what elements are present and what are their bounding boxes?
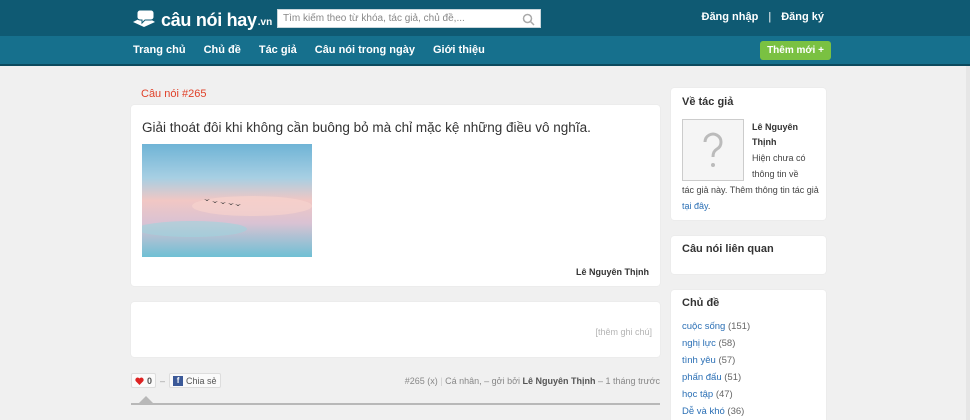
related-quotes-title: Câu nói liên quan — [682, 243, 774, 255]
topics-list: cuộc sống (151) nghị lực (58) tình yêu (… — [682, 318, 750, 420]
site-logo[interactable]: câu nói hay .vn — [131, 6, 272, 30]
topic-link[interactable]: phấn đấu — [682, 372, 722, 383]
share-label: Chia sẻ — [186, 375, 217, 386]
actions-dash: – — [160, 375, 166, 386]
author-info: Hiện chưa có thông tin về tác giả này. T… — [682, 150, 822, 214]
topics-title: Chủ đề — [682, 297, 720, 309]
heart-icon — [135, 377, 144, 385]
page-scrollbar[interactable] — [966, 66, 970, 420]
note-card: [thêm ghi chú] — [131, 302, 660, 357]
register-link[interactable]: Đăng ký — [781, 11, 824, 23]
login-link[interactable]: Đăng nhập — [702, 11, 759, 23]
quote-number-label: Câu nói #265 — [141, 88, 207, 100]
search-box — [277, 9, 541, 28]
auth-links: Đăng nhập | Đăng ký — [702, 11, 825, 23]
divider-arrow — [139, 396, 153, 403]
topic-link[interactable]: cuộc sống — [682, 321, 725, 332]
topic-count: (57) — [718, 355, 736, 366]
add-note-link[interactable]: [thêm ghi chú] — [595, 327, 652, 337]
author-info-line1: Hiện chưa có — [752, 153, 806, 163]
list-item: nghị lực (58) — [682, 335, 750, 352]
topic-count: (51) — [724, 372, 742, 383]
meta-x[interactable]: (x) — [427, 376, 438, 386]
auth-separator: | — [768, 11, 772, 23]
topic-link[interactable]: nghị lực — [682, 338, 716, 349]
content-divider — [131, 403, 660, 405]
author-name[interactable]: Lê Nguyên Thịnh — [752, 120, 812, 150]
topic-link[interactable]: tình yêu — [682, 355, 716, 366]
meta-type: Cá nhân, – gởi bởi — [445, 376, 520, 386]
quote-text: Giải thoát đôi khi không cần buông bỏ mà… — [142, 120, 591, 135]
add-new-button[interactable]: Thêm mới + — [760, 41, 831, 60]
share-button[interactable]: f Chia sẻ — [169, 373, 221, 388]
logo-text: câu nói hay — [161, 10, 257, 30]
facebook-icon: f — [173, 375, 184, 386]
logo-suffix: .vn — [257, 17, 273, 28]
author-info-rest: tác giả này. Thêm thông tin tác giả — [682, 185, 819, 195]
nav-item-about[interactable]: Giới thiệu — [433, 44, 485, 56]
quote-card: Giải thoát đôi khi không cần buông bỏ mà… — [131, 105, 660, 286]
about-author-card: Về tác giả Lê Nguyên Thịnh Hiện chưa có … — [671, 88, 826, 220]
about-author-title: Về tác giả — [682, 96, 734, 108]
quote-author[interactable]: Lê Nguyên Thịnh — [576, 267, 649, 277]
main-nav: Trang chủ Chủ đề Tác giả Câu nói trong n… — [133, 44, 503, 56]
author-info-line2: thông tin về — [752, 169, 799, 179]
list-item: phấn đấu (51) — [682, 369, 750, 386]
add-info-link[interactable]: tại đây — [682, 201, 708, 211]
topics-card: Chủ đề cuộc sống (151) nghị lực (58) tìn… — [671, 290, 826, 420]
related-quotes-card: Câu nói liên quan — [671, 236, 826, 274]
quote-image[interactable] — [142, 144, 312, 257]
quote-meta: #265 (x) | Cá nhân, – gởi bởi Lê Nguyên … — [405, 376, 660, 386]
meta-sep: | — [440, 376, 443, 386]
sky-birds-image — [142, 144, 312, 257]
topic-count: (151) — [727, 321, 751, 332]
list-item: cuộc sống (151) — [682, 318, 750, 335]
topic-count: (36) — [727, 406, 745, 417]
topic-link[interactable]: học tập — [682, 389, 713, 400]
list-item: học tập (47) — [682, 386, 750, 403]
topic-count: (58) — [718, 338, 736, 349]
speech-bubble-icon — [133, 9, 155, 27]
topic-link[interactable]: Dễ và khó — [682, 406, 725, 417]
author-info-end: . — [707, 201, 711, 211]
list-item: tình yêu (57) — [682, 352, 750, 369]
nav-item-authors[interactable]: Tác giả — [259, 44, 297, 56]
like-button[interactable]: 0 — [131, 373, 157, 388]
like-count: 0 — [147, 375, 153, 386]
search-icon[interactable] — [522, 13, 535, 26]
meta-id: #265 — [404, 376, 425, 386]
meta-time: – 1 tháng trước — [598, 376, 660, 386]
list-item: Dễ và khó (36) — [682, 403, 750, 420]
meta-author[interactable]: Lê Nguyên Thịnh — [523, 376, 596, 386]
quote-actions: 0 – f Chia sẻ — [131, 373, 221, 388]
search-input[interactable] — [283, 13, 518, 24]
nav-item-home[interactable]: Trang chủ — [133, 44, 186, 56]
nav-item-quote-of-day[interactable]: Câu nói trong ngày — [315, 44, 415, 56]
topic-count: (47) — [715, 389, 733, 400]
nav-item-topics[interactable]: Chủ đề — [204, 44, 241, 56]
